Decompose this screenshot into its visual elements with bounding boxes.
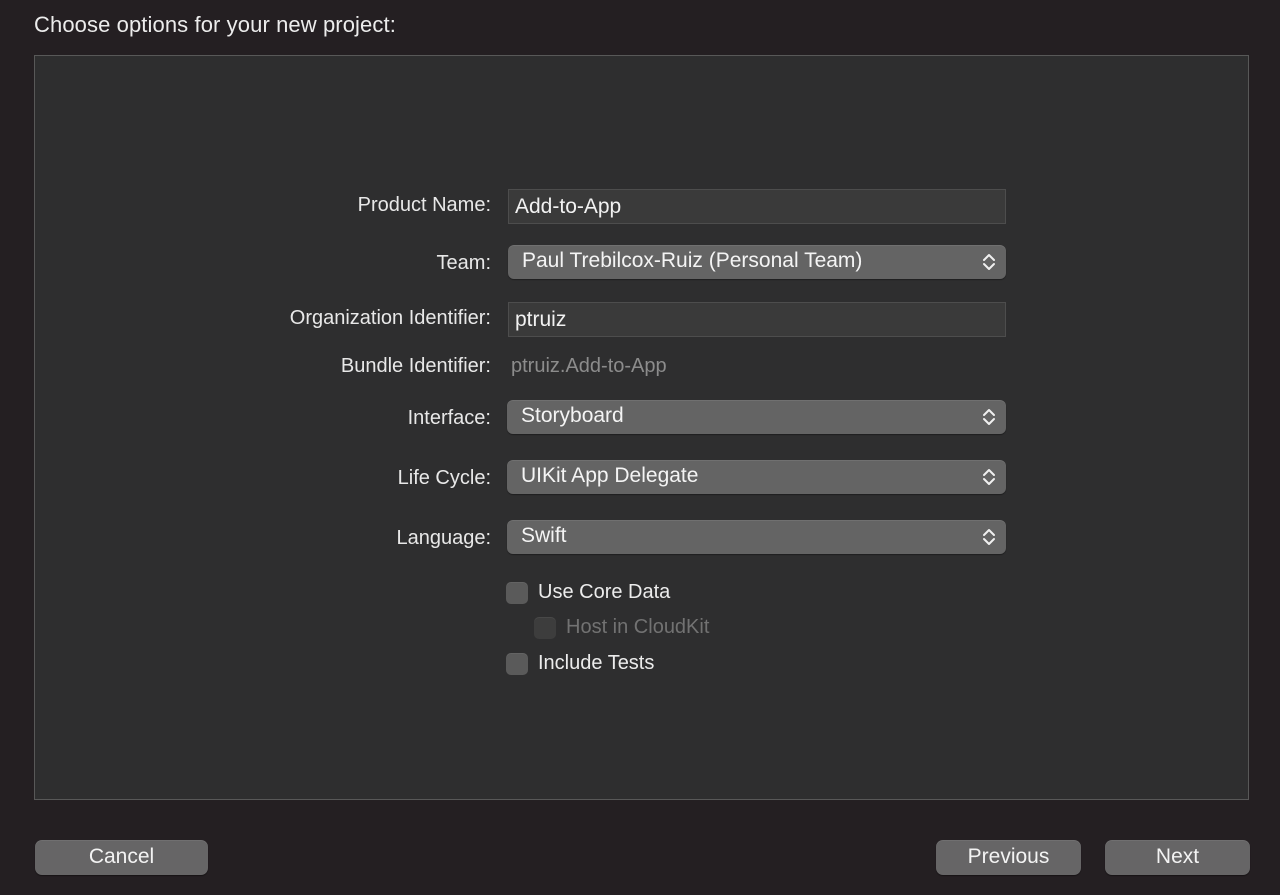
previous-button[interactable]: Previous: [936, 840, 1081, 875]
organization-identifier-label: Organization Identifier:: [289, 307, 491, 329]
host-in-cloudkit-option: Host in CloudKit: [534, 616, 709, 639]
include-tests-checkbox[interactable]: [506, 652, 528, 675]
team-popup[interactable]: Paul Trebilcox-Ruiz (Personal Team): [508, 245, 1006, 279]
chevron-up-down-icon: [983, 409, 995, 425]
include-tests-label: Include Tests: [538, 652, 655, 674]
interface-popup[interactable]: Storyboard: [507, 400, 1006, 434]
life-cycle-label: Life Cycle:: [397, 467, 491, 489]
product-name-field[interactable]: Add-to-App: [508, 189, 1006, 224]
language-popup-value: Swift: [521, 524, 567, 547]
host-in-cloudkit-label: Host in CloudKit: [566, 616, 710, 638]
use-core-data-label: Use Core Data: [538, 581, 671, 603]
interface-popup-value: Storyboard: [521, 404, 624, 427]
language-label: Language:: [396, 527, 491, 549]
include-tests-option[interactable]: Include Tests: [506, 652, 654, 675]
life-cycle-popup-value: UIKit App Delegate: [521, 464, 699, 487]
next-button[interactable]: Next: [1105, 840, 1250, 875]
product-name-label: Product Name:: [357, 194, 491, 216]
chevron-up-down-icon: [983, 254, 995, 270]
page-title: Choose options for your new project:: [34, 12, 396, 37]
chevron-up-down-icon: [983, 529, 995, 545]
chevron-up-down-icon: [983, 469, 995, 485]
interface-label: Interface:: [407, 407, 491, 429]
organization-identifier-field[interactable]: ptruiz: [508, 302, 1006, 337]
bundle-identifier-value: ptruiz.Add-to-App: [511, 355, 667, 377]
host-in-cloudkit-checkbox: [534, 616, 556, 639]
use-core-data-option[interactable]: Use Core Data: [506, 581, 670, 604]
use-core-data-checkbox[interactable]: [506, 581, 528, 604]
team-popup-value: Paul Trebilcox-Ruiz (Personal Team): [522, 249, 863, 272]
team-label: Team:: [436, 252, 491, 274]
bundle-identifier-label: Bundle Identifier:: [340, 355, 491, 377]
life-cycle-popup[interactable]: UIKit App Delegate: [507, 460, 1006, 494]
cancel-button[interactable]: Cancel: [35, 840, 208, 875]
language-popup[interactable]: Swift: [507, 520, 1006, 554]
